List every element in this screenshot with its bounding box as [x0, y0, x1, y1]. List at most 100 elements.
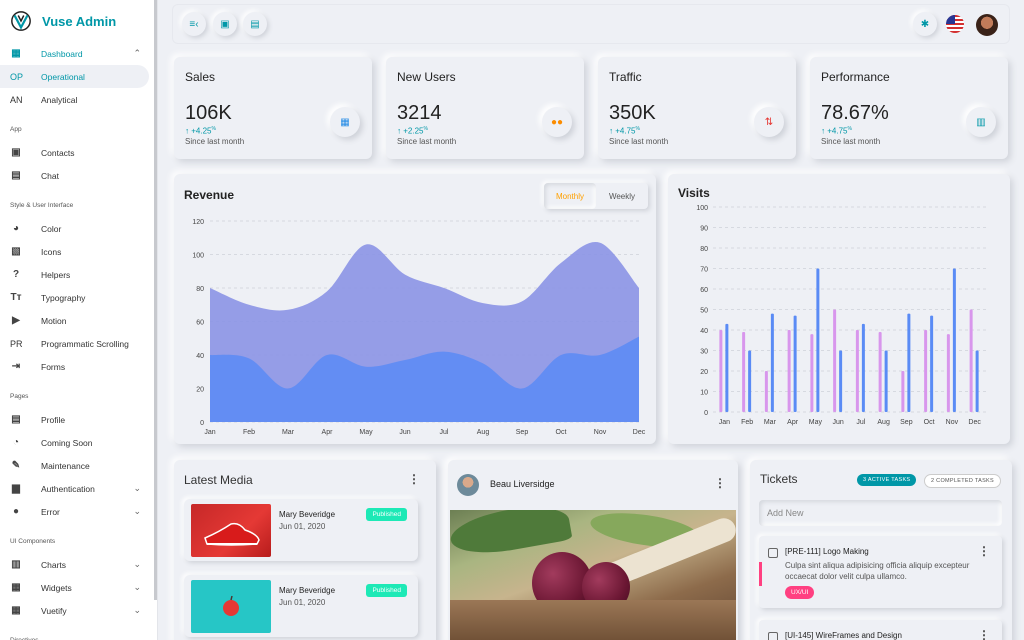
users-icon: ●● — [550, 116, 564, 128]
sidebar-item-icons[interactable]: ▧ Icons — [0, 240, 157, 263]
wrench-icon: ✎ — [11, 460, 21, 471]
y-tick-label: 100 — [696, 205, 708, 212]
sidebar-item-profile[interactable]: ▤ Profile — [0, 408, 157, 431]
sidebar-item-analytical[interactable]: AN Analytical — [0, 88, 157, 111]
chat-button[interactable]: ▤ — [243, 12, 267, 36]
stat-icon-button[interactable]: ●● — [542, 107, 572, 137]
stat-icon-button[interactable]: ▥ — [966, 107, 996, 137]
visits-bar-series-2 — [816, 268, 820, 412]
ticket-description: Culpa sint aliqua adipisicing officia al… — [785, 561, 970, 581]
media-item[interactable]: Mary Beveridge Jun 01, 2020 Published — [184, 575, 418, 637]
sidebar-item-programmatic-scrolling[interactable]: PR Programmatic Scrolling — [0, 332, 157, 355]
contacts-icon: ▣ — [220, 18, 230, 30]
visits-bar-series-2 — [839, 350, 843, 412]
visits-bar-series-2 — [930, 315, 934, 412]
x-tick-label: Oct — [556, 429, 567, 436]
x-tick-label: Dec — [633, 429, 646, 436]
add-new-input[interactable]: Add New — [759, 500, 1002, 526]
user-avatar[interactable] — [976, 14, 998, 36]
post-more-icon[interactable]: ⋮ — [714, 476, 726, 490]
chevron-down-icon[interactable]: ⌄ — [133, 605, 141, 616]
visits-bar-series-1 — [924, 330, 928, 412]
media-item[interactable]: Mary Beveridge Jun 01, 2020 Published — [184, 499, 418, 561]
stat-since: Since last month — [185, 137, 245, 146]
ticket-item[interactable]: [UI-145] WireFrames and Design ⋮ — [759, 620, 1002, 640]
visits-bar-series-1 — [878, 332, 882, 412]
author-avatar[interactable] — [457, 474, 479, 496]
sidebar-item-chat[interactable]: ▤ Chat — [0, 164, 157, 187]
media-more-icon[interactable]: ⋮ — [408, 472, 420, 486]
stat-since: Since last month — [821, 137, 881, 146]
tickets-card: Tickets 3 ACTIVE TASKS 2 COMPLETED TASKS… — [750, 460, 1012, 640]
sidebar-item-coming-soon[interactable]: ◔ Coming Soon — [0, 431, 157, 454]
chevron-down-icon[interactable]: ⌄ — [133, 559, 141, 570]
sidebar-item-operational[interactable]: OP Operational — [0, 65, 149, 88]
x-tick-label: Oct — [924, 419, 935, 426]
stat-icon-button[interactable]: ⇅ — [754, 107, 784, 137]
active-tasks-chip[interactable]: 3 ACTIVE TASKS — [857, 474, 917, 486]
widgets-icon: ▦ — [11, 582, 21, 593]
ticket-priority-bar — [759, 562, 762, 586]
completed-tasks-chip[interactable]: 2 COMPLETED TASKS — [924, 474, 1001, 488]
sidebar-item-charts[interactable]: ▥ Charts ⌄ — [0, 553, 157, 576]
visits-bar-series-2 — [884, 350, 888, 412]
visits-bar-series-1 — [969, 309, 973, 412]
x-tick-label: Feb — [243, 429, 255, 436]
x-tick-label: Aug — [477, 429, 490, 436]
performance-icon: ▥ — [976, 116, 986, 128]
forms-icon: ⇥ — [11, 361, 21, 372]
x-tick-label: Nov — [946, 419, 959, 426]
y-tick-label: 70 — [700, 267, 708, 274]
media-date: Jun 01, 2020 — [279, 522, 326, 531]
settings-button[interactable]: ✱ — [913, 12, 937, 36]
chevron-up-icon[interactable]: ⌃ — [133, 48, 141, 59]
visits-card: Visits 0 10 20 30 40 50 60 70 80 90 100 Jan Feb Mar Ap… — [668, 174, 1010, 444]
vuse-logo-icon — [11, 11, 31, 31]
sidebar-item-dashboard[interactable]: ▦ Dashboard ⌃ — [0, 42, 157, 65]
sidebar-item-helpers[interactable]: ? Helpers — [0, 263, 157, 286]
sidebar-item-maintenance[interactable]: ✎ Maintenance — [0, 454, 157, 477]
contacts-button[interactable]: ▣ — [213, 12, 237, 36]
sidebar-item-vuetify[interactable]: ▦ Vuetify ⌄ — [0, 599, 157, 622]
sidebar-item-authentication[interactable]: ▆ Authentication ⌄ — [0, 477, 157, 500]
traffic-icon: ⇅ — [764, 116, 774, 128]
ticket-item[interactable]: [PRE-111] Logo Making ⋮ Culpa sint aliqu… — [759, 536, 1002, 608]
sidebar-item-forms[interactable]: ⇥ Forms — [0, 355, 157, 378]
brand[interactable]: Vuse Admin — [0, 0, 157, 42]
chevron-down-icon[interactable]: ⌄ — [133, 483, 141, 494]
sidebar-item-color[interactable]: ◕ Color — [0, 217, 157, 240]
sidebar-item-label: Vuetify — [41, 605, 67, 616]
sidebar-section-title: Pages — [10, 393, 29, 400]
visits-bar-series-1 — [946, 334, 950, 412]
stat-delta-value: +4.75 — [827, 126, 848, 136]
sidebar-item-label: Helpers — [41, 269, 71, 280]
chevron-down-icon[interactable]: ⌄ — [133, 582, 141, 593]
revenue-card: Revenue Monthly Weekly 0 20 40 60 80 100 120 Ja… — [174, 174, 656, 444]
ticket-checkbox[interactable] — [768, 632, 778, 640]
us-flag-icon[interactable] — [946, 15, 964, 33]
sidebar-item-label: Operational — [41, 71, 85, 82]
sidebar-item-motion[interactable]: ▶ Motion — [0, 309, 157, 332]
y-tick-label: 80 — [196, 286, 204, 293]
sidebar-item-widgets[interactable]: ▦ Widgets ⌄ — [0, 576, 157, 599]
ticket-more-icon[interactable]: ⋮ — [978, 544, 990, 558]
sidebar-item-error[interactable]: ● Error ⌄ — [0, 500, 157, 523]
stat-value: 106K — [185, 102, 232, 124]
ticket-more-icon[interactable]: ⋮ — [978, 628, 990, 640]
y-tick-label: 60 — [196, 320, 204, 327]
stat-delta: ↑ +4.75% — [821, 126, 852, 136]
stat-icon-button[interactable]: ▦ — [330, 107, 360, 137]
ticket-title: [UI-145] WireFrames and Design — [785, 631, 902, 640]
sidebar-item-typography[interactable]: Tт Typography — [0, 286, 157, 309]
sidebar-item-label: Analytical — [41, 94, 78, 105]
dashboard-icon: ▦ — [11, 48, 21, 59]
chat-icon: ▤ — [11, 170, 21, 181]
chevron-down-icon[interactable]: ⌄ — [133, 506, 141, 517]
x-tick-label: Aug — [877, 419, 890, 426]
ticket-checkbox[interactable] — [768, 548, 778, 558]
apple-image — [223, 595, 239, 616]
timer-icon: ◔ — [12, 437, 20, 448]
stat-label: New Users — [397, 70, 456, 84]
sidebar-item-contacts[interactable]: ▣ Contacts — [0, 141, 157, 164]
menu-toggle-button[interactable]: ≡‹ — [182, 12, 206, 36]
